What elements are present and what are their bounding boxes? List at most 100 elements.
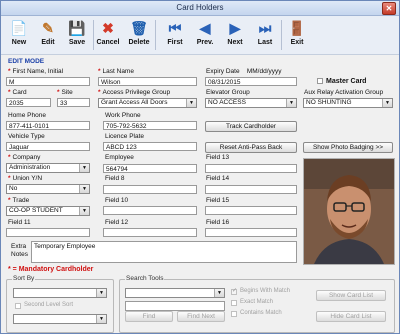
last-name-label: * Last Name	[98, 68, 134, 75]
trade-label: * Trade	[8, 197, 30, 204]
title-bar: Card Holders ✕	[1, 1, 399, 16]
field15-input[interactable]	[205, 206, 297, 215]
field10-input[interactable]	[103, 206, 197, 215]
elevator-group-select[interactable]: NO ACCESS ▼	[205, 98, 297, 108]
card-holders-window: Card Holders ✕ 📄 New ✎ Edit 💾 Save ✖ Cancel 🗑 Del…	[0, 0, 400, 334]
prev-button[interactable]: ◀ Prev.	[191, 18, 219, 52]
prev-button-label: Prev.	[196, 39, 214, 46]
show-photo-badging-button[interactable]: Show Photo Badging >>	[303, 142, 393, 153]
trade-select[interactable]: CO-OP STUDENT ▼	[6, 206, 90, 216]
second-sort-select[interactable]: ▼	[13, 314, 107, 324]
field8-input[interactable]	[103, 185, 197, 194]
last-name-input[interactable]: Wilson	[98, 77, 197, 86]
new-button[interactable]: 📄 New	[5, 18, 33, 52]
track-cardholder-button[interactable]: Track Cardholder	[205, 121, 297, 132]
employee-input[interactable]: 564794	[103, 164, 197, 173]
field11-label: Field 11	[8, 219, 31, 226]
show-card-list-button[interactable]: Show Card List	[316, 290, 386, 301]
last-record-icon: ⏭	[258, 20, 272, 36]
new-button-label: New	[11, 39, 27, 46]
field13-label: Field 13	[206, 154, 230, 161]
master-card-checkbox[interactable]	[317, 78, 323, 84]
aux-relay-select[interactable]: NO SHUNTING ▼	[303, 98, 393, 108]
chevron-down-icon: ▼	[286, 99, 296, 107]
employee-label: Employee	[105, 154, 134, 161]
expiry-date-label: Expiry Date MM/dd/yyyy	[206, 68, 282, 75]
card-input[interactable]: 2035	[6, 98, 51, 107]
edit-button[interactable]: ✎ Edit	[34, 18, 62, 52]
cancel-button[interactable]: ✖ Cancel	[94, 18, 122, 52]
begins-with-label: Begins With Match	[240, 288, 291, 294]
toolbar-separator	[155, 20, 156, 50]
delete-icon: 🗑	[130, 20, 148, 36]
field12-label: Field 12	[105, 219, 129, 226]
begins-with-checkbox[interactable]: ✓	[231, 288, 237, 295]
exit-button[interactable]: 🚪 Exit	[283, 18, 311, 52]
trade-value: CO-OP STUDENT	[9, 207, 63, 214]
union-label: * Union Y/N	[8, 175, 43, 182]
next-button[interactable]: ▶ Next	[221, 18, 249, 52]
first-button[interactable]: ⏮ First	[161, 18, 189, 52]
contains-match-label: Contains Match	[240, 310, 282, 316]
close-icon[interactable]: ✕	[382, 2, 396, 15]
next-record-icon: ▶	[229, 20, 241, 36]
last-button[interactable]: ⏭ Last	[251, 18, 279, 52]
union-select[interactable]: No ▼	[6, 184, 90, 194]
save-button[interactable]: 💾 Save	[63, 18, 91, 52]
master-card-label: Master Card	[326, 78, 367, 85]
vehicle-type-input[interactable]: Jaguar	[6, 142, 90, 151]
field8-label: Field 8	[105, 175, 125, 182]
vehicle-type-label: Vehicle Type	[8, 133, 45, 140]
toolbar-separator	[281, 20, 282, 50]
window-title: Card Holders	[176, 3, 224, 12]
field13-input[interactable]	[205, 164, 297, 173]
company-select[interactable]: Administration ▼	[6, 163, 90, 173]
hide-card-list-button[interactable]: Hide Card List	[316, 311, 386, 322]
chevron-down-icon: ▼	[186, 99, 196, 107]
reset-anti-pass-back-button[interactable]: Reset Anti-Pass Back	[205, 142, 297, 153]
chevron-down-icon: ▼	[79, 185, 89, 193]
last-button-label: Last	[257, 39, 273, 46]
field14-input[interactable]	[205, 185, 297, 194]
aux-relay-label: Aux Relay Activation Group	[304, 89, 384, 96]
site-input[interactable]: 33	[57, 98, 90, 107]
exact-match-checkbox[interactable]	[231, 300, 237, 306]
union-value: No	[9, 185, 18, 192]
exact-match-label: Exact Match	[240, 299, 274, 305]
expiry-date-input[interactable]: 08/31/2015	[205, 77, 297, 86]
extra-notes-textarea[interactable]: Temporary Employee	[31, 241, 297, 263]
field12-input[interactable]	[103, 228, 197, 237]
licence-plate-label: Licence Plate	[105, 133, 145, 140]
mode-indicator: EDIT MODE	[8, 58, 45, 65]
company-value: Administration	[9, 164, 51, 171]
first-name-input[interactable]: M	[6, 77, 90, 86]
contains-match-checkbox[interactable]	[231, 311, 237, 317]
find-next-button[interactable]: Find Next	[177, 311, 225, 322]
sort-by-title: Sort By	[12, 275, 36, 282]
work-phone-input[interactable]: 705-792-5632	[103, 121, 197, 130]
cancel-icon: ✖	[102, 20, 114, 36]
search-text-input[interactable]	[125, 301, 225, 311]
home-phone-input[interactable]: 877-411-0101	[6, 121, 90, 130]
company-label: * Company	[8, 154, 41, 161]
extra-notes-label: Extra Notes	[11, 243, 28, 258]
previous-record-icon: ◀	[199, 20, 211, 36]
elevator-group-value: NO ACCESS	[208, 99, 246, 106]
find-button[interactable]: Find	[125, 311, 173, 322]
access-group-select[interactable]: Grant Access All Doors ▼	[98, 98, 197, 108]
field16-input[interactable]	[205, 228, 297, 237]
second-level-sort-checkbox[interactable]	[15, 303, 21, 309]
access-group-label: * Access Privilege Group	[98, 89, 171, 96]
field14-label: Field 14	[206, 175, 230, 182]
delete-button-label: Delete	[128, 39, 150, 46]
licence-plate-input[interactable]: ABCD 123	[103, 142, 197, 151]
sort-by-select[interactable]: ▼	[13, 288, 107, 298]
mandatory-note: * = Mandatory Cardholder	[8, 266, 94, 273]
field11-input[interactable]	[6, 228, 90, 237]
field15-label: Field 15	[206, 197, 230, 204]
aux-relay-value: NO SHUNTING	[306, 99, 352, 106]
new-file-icon: 📄	[10, 20, 28, 36]
delete-button[interactable]: 🗑 Delete	[125, 18, 153, 52]
home-phone-label: Home Phone	[8, 112, 46, 119]
search-field-select[interactable]: ▼	[125, 288, 225, 298]
